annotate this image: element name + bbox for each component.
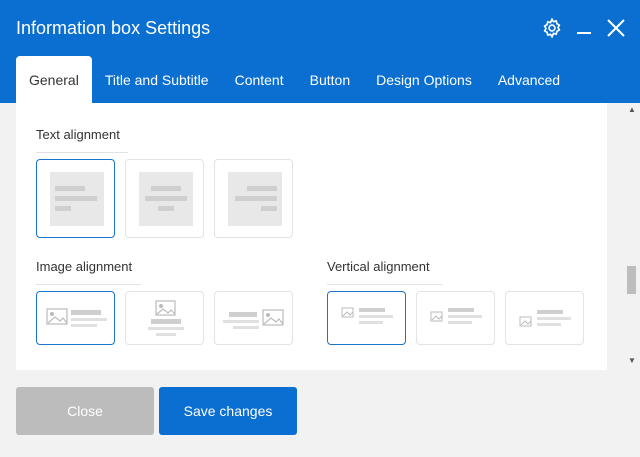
vertical-alignment-label: Vertical alignment xyxy=(327,259,430,274)
close-icon[interactable] xyxy=(604,16,628,40)
vertical-align-top-option[interactable] xyxy=(327,291,406,345)
image-right-preview xyxy=(223,309,284,329)
vertical-align-middle-option[interactable] xyxy=(416,291,495,345)
vertical-alignment-divider xyxy=(327,284,442,285)
save-changes-button[interactable]: Save changes xyxy=(159,387,297,435)
image-alignment-label: Image alignment xyxy=(36,259,133,274)
dialog-footer: Close Save changes xyxy=(0,370,640,457)
image-left-preview xyxy=(46,308,107,327)
close-button[interactable]: Close xyxy=(16,387,154,435)
text-align-left-preview xyxy=(50,172,104,226)
text-align-right-preview xyxy=(228,172,282,226)
gear-icon[interactable] xyxy=(540,16,564,40)
text-alignment-label: Text alignment xyxy=(36,127,120,142)
tab-title-and-subtitle[interactable]: Title and Subtitle xyxy=(92,56,222,103)
image-alignment-divider xyxy=(36,284,141,285)
text-alignment-divider xyxy=(36,152,128,153)
tab-design-options[interactable]: Design Options xyxy=(363,56,485,103)
minimize-icon[interactable] xyxy=(572,16,596,40)
text-align-center-option[interactable] xyxy=(125,159,204,238)
image-top-preview xyxy=(148,300,184,336)
vertical-align-bottom-option[interactable] xyxy=(505,291,584,345)
vertical-middle-preview xyxy=(430,308,482,324)
image-align-right-option[interactable] xyxy=(214,291,293,345)
image-align-left-option[interactable] xyxy=(36,291,115,345)
image-align-top-option[interactable] xyxy=(125,291,204,345)
scroll-thumb[interactable] xyxy=(627,266,636,294)
tab-content[interactable]: Content xyxy=(222,56,297,103)
text-align-right-option[interactable] xyxy=(214,159,293,238)
window-controls xyxy=(540,16,628,40)
vertical-scrollbar[interactable]: ▲ ▼ xyxy=(623,103,640,370)
scroll-up-icon[interactable]: ▲ xyxy=(628,105,636,114)
vertical-top-preview xyxy=(341,307,393,324)
tab-advanced[interactable]: Advanced xyxy=(485,56,573,103)
dialog-header: Information box Settings General Title a… xyxy=(0,0,640,103)
dialog-title: Information box Settings xyxy=(16,18,211,38)
tab-button[interactable]: Button xyxy=(297,56,363,103)
tab-general[interactable]: General xyxy=(16,56,92,103)
settings-tabs: General Title and Subtitle Content Butto… xyxy=(16,56,573,103)
scroll-down-icon[interactable]: ▼ xyxy=(628,356,636,365)
vertical-bottom-preview xyxy=(519,310,571,327)
settings-panel: Text alignment Image alignment Vertical … xyxy=(16,103,607,370)
text-align-center-preview xyxy=(139,172,193,226)
text-align-left-option[interactable] xyxy=(36,159,115,238)
